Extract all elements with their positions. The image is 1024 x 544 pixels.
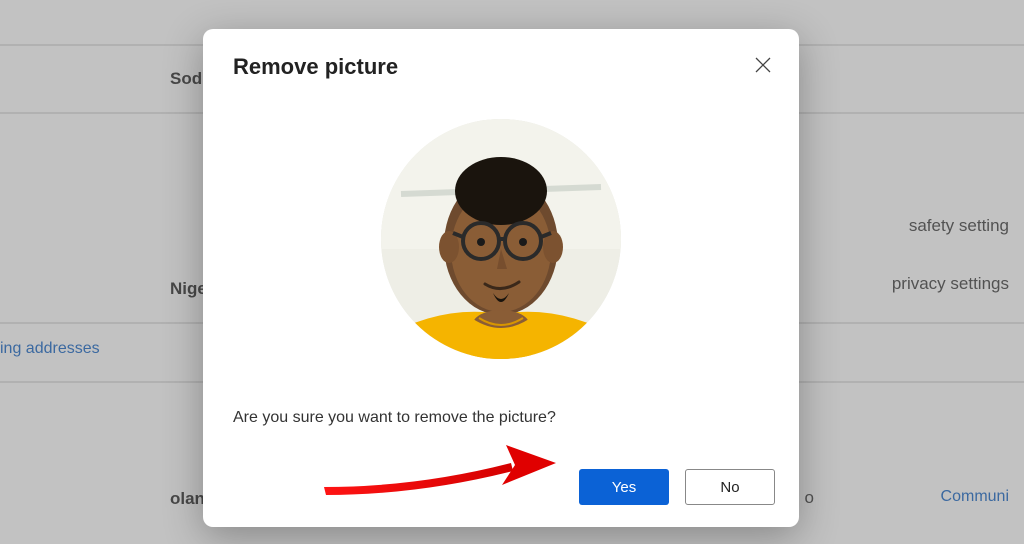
close-icon	[755, 57, 771, 78]
no-button[interactable]: No	[685, 469, 775, 505]
close-button[interactable]	[749, 53, 777, 81]
avatar-icon	[381, 119, 621, 359]
profile-picture	[381, 119, 621, 359]
no-button-label: No	[720, 479, 739, 496]
yes-button-label: Yes	[612, 479, 636, 496]
dialog-title: Remove picture	[233, 54, 398, 80]
yes-button[interactable]: Yes	[579, 469, 669, 505]
remove-picture-dialog: Remove picture	[203, 29, 799, 527]
dialog-message: Are you sure you want to remove the pict…	[233, 409, 556, 427]
